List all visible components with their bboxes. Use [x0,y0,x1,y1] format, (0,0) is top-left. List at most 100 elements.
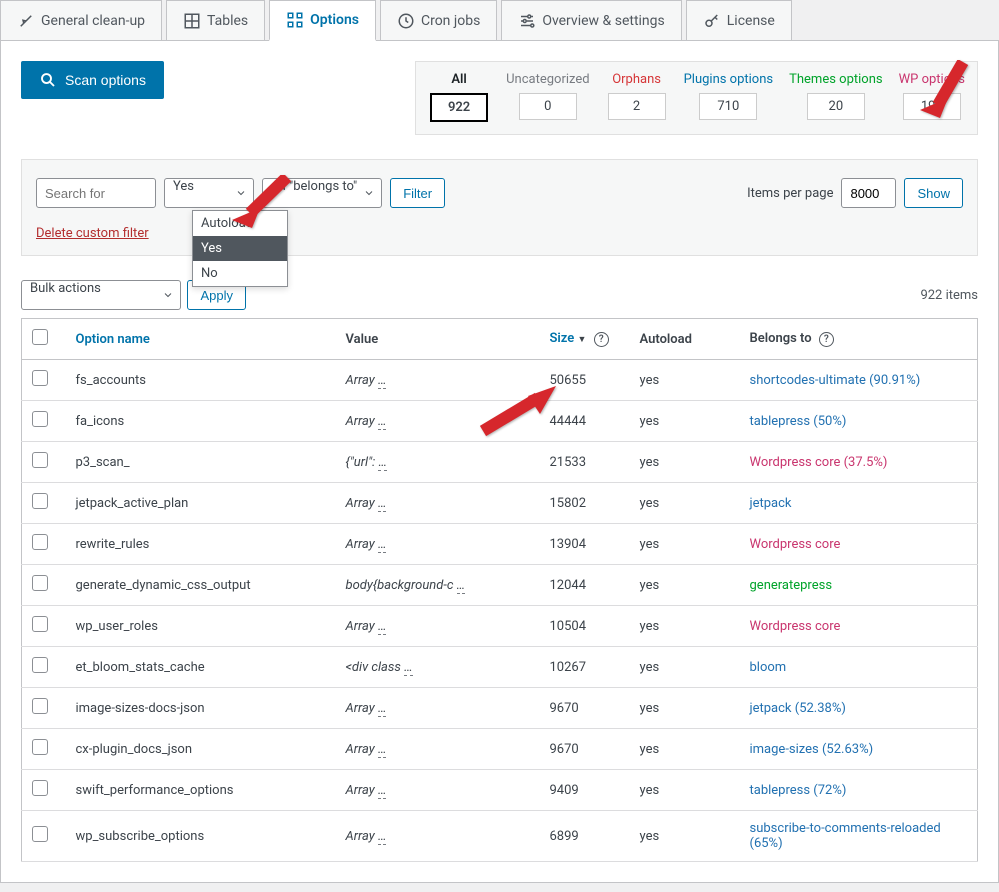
value-ellipsis[interactable]: … [378,619,387,635]
belongs-link[interactable]: jetpack (52.38%) [750,701,846,716]
table-row: fs_accountsArray …50655yesshortcodes-ult… [22,360,978,401]
cell-belongs: bloom [740,647,978,688]
cat-count: 190 [903,93,961,120]
autoload-select[interactable]: Yes [164,178,254,208]
delete-custom-filter-link[interactable]: Delete custom filter [36,226,149,241]
cell-value: {"url": … [336,442,540,483]
cell-value: Array … [336,606,540,647]
cell-value: Array … [336,729,540,770]
belongs-link[interactable]: tablepress (72%) [750,783,847,798]
value-ellipsis[interactable]: … [378,742,387,758]
cell-autoload: yes [630,565,740,606]
row-checkbox[interactable] [32,452,48,468]
belongs-link[interactable]: Wordpress core [750,619,841,634]
cell-size: 13904 [540,524,630,565]
table-row: p3_scan_{"url": …21533yesWordpress core … [22,442,978,483]
cat-plugins[interactable]: Plugins options 710 [684,72,774,122]
dropdown-item-yes[interactable]: Yes [193,236,287,261]
value-ellipsis[interactable]: … [378,537,387,553]
bulk-actions-select[interactable]: Bulk actions [21,280,181,310]
tables-icon [183,12,201,30]
value-ellipsis[interactable]: … [404,660,413,676]
cat-count: 2 [608,93,666,120]
scan-options-button[interactable]: Scan options [21,61,164,99]
value-ellipsis[interactable]: … [378,701,387,717]
dropdown-item-autoload[interactable]: Autoload [193,211,287,236]
value-ellipsis[interactable]: … [378,455,387,471]
cat-count: 0 [519,93,577,120]
cell-value: Array … [336,811,540,862]
search-input[interactable] [36,178,156,208]
cell-autoload: yes [630,524,740,565]
cell-belongs: jetpack (52.38%) [740,688,978,729]
select-value: Yes [173,179,194,194]
tab-options[interactable]: Options [269,0,376,41]
value-ellipsis[interactable]: … [378,829,387,845]
cell-size: 6899 [540,811,630,862]
row-checkbox[interactable] [32,739,48,755]
table-row: fa_iconsArray …44444yestablepress (50%) [22,401,978,442]
col-option-name[interactable]: Option name [76,332,150,347]
table-row: swift_performance_optionsArray …9409yest… [22,770,978,811]
value-ellipsis[interactable]: … [457,578,466,594]
tab-cron-jobs[interactable]: Cron jobs [380,0,497,40]
value-ellipsis[interactable]: … [378,414,387,430]
dropdown-item-no[interactable]: No [193,261,287,286]
belongs-link[interactable]: tablepress (50%) [750,414,847,429]
row-checkbox[interactable] [32,616,48,632]
help-icon[interactable]: ? [819,332,834,347]
col-autoload: Autoload [640,332,692,347]
tab-license[interactable]: License [686,0,792,40]
select-all-checkbox[interactable] [32,329,48,345]
cat-all[interactable]: All 922 [428,72,490,122]
cell-option-name: jetpack_active_plan [66,483,336,524]
belongs-link[interactable]: Wordpress core [750,537,841,552]
row-checkbox[interactable] [32,411,48,427]
help-icon[interactable]: ? [594,332,609,347]
cat-wp-options[interactable]: WP options 190 [899,72,965,122]
belongs-link[interactable]: image-sizes (52.63%) [750,742,874,757]
belongs-link[interactable]: generatepress [750,578,833,593]
cat-label: Plugins options [684,72,774,87]
belongs-link[interactable]: shortcodes-ultimate (90.91%) [750,373,921,388]
select-value: All "belongs to" [271,179,357,194]
tab-overview-settings[interactable]: Overview & settings [501,0,681,40]
row-checkbox[interactable] [32,370,48,386]
cat-uncategorized[interactable]: Uncategorized 0 [506,72,589,122]
cell-option-name: image-sizes-docs-json [66,688,336,729]
value-ellipsis[interactable]: … [378,783,387,799]
col-size[interactable]: Size [550,331,575,346]
items-per-page-input[interactable] [841,178,896,208]
value-ellipsis[interactable]: … [378,373,387,389]
belongs-to-select[interactable]: All "belongs to" [262,178,382,208]
belongs-link[interactable]: Wordpress core (37.5%) [750,455,888,470]
row-checkbox[interactable] [32,493,48,509]
belongs-link[interactable]: bloom [750,660,787,675]
tab-general-clean-up[interactable]: General clean-up [0,0,162,40]
select-value: Bulk actions [30,281,101,296]
belongs-link[interactable]: subscribe-to-comments-reloaded (65%) [750,821,941,851]
row-checkbox[interactable] [32,698,48,714]
belongs-link[interactable]: jetpack [750,496,792,511]
options-icon [286,11,304,29]
row-checkbox[interactable] [32,657,48,673]
cell-size: 21533 [540,442,630,483]
cell-autoload: yes [630,729,740,770]
table-row: jetpack_active_planArray …15802yesjetpac… [22,483,978,524]
cell-size: 12044 [540,565,630,606]
filter-button[interactable]: Filter [390,178,445,208]
row-checkbox[interactable] [32,575,48,591]
show-button[interactable]: Show [904,178,963,208]
cell-autoload: yes [630,688,740,729]
table-row: et_bloom_stats_cache<div class …10267yes… [22,647,978,688]
cat-orphans[interactable]: Orphans 2 [606,72,668,122]
value-ellipsis[interactable]: … [378,496,387,512]
row-checkbox[interactable] [32,826,48,842]
cell-belongs: shortcodes-ultimate (90.91%) [740,360,978,401]
row-checkbox[interactable] [32,534,48,550]
tab-label: Tables [207,13,248,29]
cat-themes[interactable]: Themes options 20 [789,72,882,122]
tab-tables[interactable]: Tables [166,0,265,40]
items-per-page-label: Items per page [747,186,833,201]
row-checkbox[interactable] [32,780,48,796]
